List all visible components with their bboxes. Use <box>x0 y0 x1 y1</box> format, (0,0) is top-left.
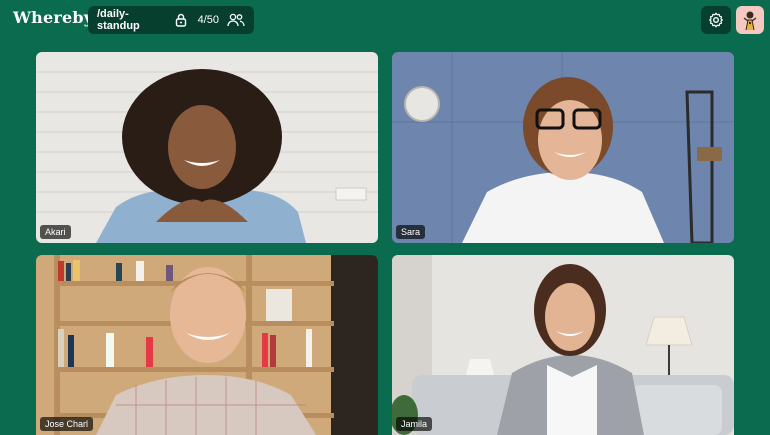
participant-video <box>36 52 378 243</box>
settings-button[interactable] <box>701 6 731 34</box>
room-info-pill[interactable]: /daily-standup 4/50 <box>88 6 254 34</box>
participant-name-tag: Akari <box>40 225 71 239</box>
participant-count: 4/50 <box>197 14 219 26</box>
people-icon[interactable] <box>227 13 245 27</box>
participant-video <box>392 52 734 243</box>
room-name: /daily-standup <box>97 8 140 32</box>
gear-icon <box>708 12 724 28</box>
video-tile[interactable]: Jose Charl <box>36 255 378 435</box>
participant-video <box>36 255 378 435</box>
video-tile[interactable]: Jamila <box>392 255 734 435</box>
video-tile[interactable]: Akari <box>36 52 378 243</box>
user-avatar[interactable] <box>736 6 764 34</box>
lock-icon[interactable] <box>175 13 187 27</box>
app-logo: Whereby <box>13 8 94 27</box>
participant-name-tag: Jose Charl <box>40 417 94 431</box>
participant-video <box>392 255 734 435</box>
participant-name-tag: Jamila <box>396 417 433 431</box>
participant-name-tag: Sara <box>396 225 426 239</box>
video-tile[interactable]: Sara <box>392 52 734 243</box>
